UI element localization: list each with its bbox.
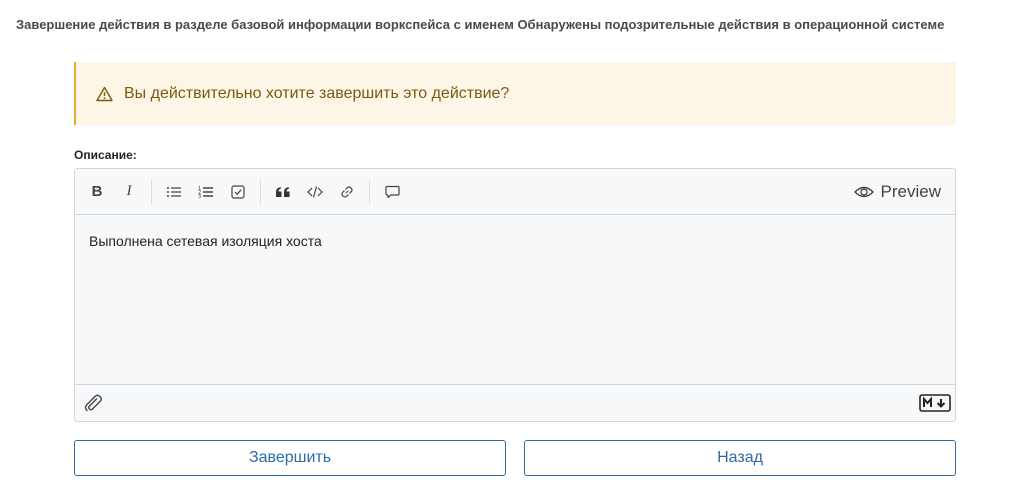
task-list-button[interactable] [222,176,254,208]
paperclip-icon [84,394,102,412]
page-title: Завершение действия в разделе базовой ин… [16,17,945,32]
link-button[interactable] [331,176,363,208]
checkbox-icon [231,184,245,199]
comment-icon [384,185,400,198]
editor-footer [75,385,955,421]
warning-text: Вы действительно хотите завершить это де… [124,84,510,102]
bold-button[interactable]: B [81,176,113,208]
italic-button[interactable]: I [113,176,145,208]
description-textarea[interactable]: Выполнена сетевая изоляция хоста [75,215,955,385]
numbered-list-icon: 123 [198,186,213,199]
back-button[interactable]: Назад [524,440,956,476]
code-icon [307,185,323,198]
comment-button[interactable] [376,176,408,208]
bullet-list-button[interactable] [158,176,190,208]
markdown-editor: B I 123 Preview Выполнена сетевая изоляц… [74,168,956,422]
numbered-list-button[interactable]: 123 [190,176,222,208]
warning-alert: Вы действительно хотите завершить это де… [74,62,956,125]
code-button[interactable] [299,176,331,208]
quote-button[interactable] [267,176,299,208]
toolbar-divider [260,179,261,204]
description-label: Описание: [74,148,137,162]
eye-icon [853,186,874,197]
bullet-list-icon [167,186,181,197]
toolbar-divider [151,179,152,204]
markdown-icon [919,394,951,412]
attach-file-button[interactable] [83,393,103,413]
toolbar-divider [369,179,370,204]
warning-triangle-icon [96,85,114,103]
preview-label: Preview [880,181,941,201]
editor-toolbar: B I 123 Preview [75,169,955,215]
svg-text:3: 3 [198,194,201,199]
finish-button[interactable]: Завершить [74,440,506,476]
link-icon [341,185,353,198]
quote-icon [276,186,290,197]
preview-button[interactable]: Preview [853,181,941,202]
